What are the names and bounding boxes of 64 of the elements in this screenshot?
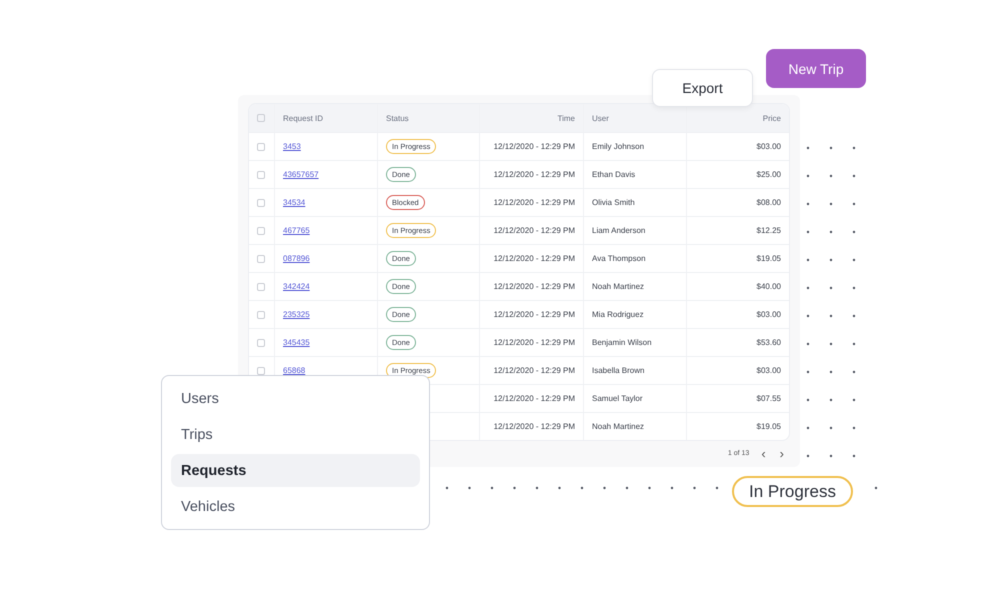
select-all-checkbox[interactable] [257, 114, 265, 122]
price-cell: $07.55 [756, 394, 781, 403]
time-cell: 12/12/2020 - 12:29 PM [494, 338, 575, 347]
request-id-link[interactable]: 467765 [283, 226, 310, 235]
user-cell: Noah Martinez [592, 282, 644, 291]
time-cell: 12/12/2020 - 12:29 PM [494, 394, 575, 403]
previous-page-button[interactable]: ‹ [759, 447, 768, 460]
menu-item[interactable]: Vehicles [171, 490, 420, 523]
column-header: Request ID [275, 104, 378, 132]
request-id-link[interactable]: 342424 [283, 282, 310, 291]
user-cell: Olivia Smith [592, 198, 635, 207]
user-cell: Noah Martinez [592, 422, 644, 431]
price-cell: $03.00 [756, 310, 781, 319]
time-cell: 12/12/2020 - 12:29 PM [494, 142, 575, 151]
request-id-link[interactable]: 345435 [283, 338, 310, 347]
time-cell: 12/12/2020 - 12:29 PM [494, 170, 575, 179]
price-cell: $03.00 [756, 142, 781, 151]
user-cell: Ethan Davis [592, 170, 636, 179]
user-cell: Mia Rodriguez [592, 310, 644, 319]
time-cell: 12/12/2020 - 12:29 PM [494, 366, 575, 375]
price-cell: $08.00 [756, 198, 781, 207]
price-cell: $53.60 [756, 338, 781, 347]
time-cell: 12/12/2020 - 12:29 PM [494, 422, 575, 431]
request-id-link[interactable]: 43657657 [283, 170, 319, 179]
row-checkbox[interactable] [257, 198, 265, 206]
user-cell: Isabella Brown [592, 366, 644, 375]
row-checkbox[interactable] [257, 310, 265, 318]
user-cell: Ava Thompson [592, 254, 646, 263]
row-checkbox[interactable] [257, 170, 265, 178]
price-cell: $12.25 [756, 226, 781, 235]
column-header: Price [762, 112, 782, 124]
request-id-link[interactable]: 235325 [283, 310, 310, 319]
menu-item[interactable]: Users [171, 382, 420, 415]
price-cell: $40.00 [756, 282, 781, 291]
request-id-link[interactable]: 3453 [283, 142, 301, 151]
new-trip-button[interactable]: New Trip [766, 49, 866, 88]
row-checkbox[interactable] [257, 226, 265, 234]
time-cell: 12/12/2020 - 12:29 PM [494, 198, 575, 207]
column-header: Status [378, 104, 480, 132]
request-id-link[interactable]: 65868 [283, 366, 306, 375]
menu-item[interactable]: Requests [171, 454, 420, 487]
row-checkbox[interactable] [257, 282, 265, 290]
status-pill: In Progress [732, 476, 853, 507]
menu-item[interactable]: Trips [171, 418, 420, 451]
user-cell: Samuel Taylor [592, 394, 643, 403]
time-cell: 12/12/2020 - 12:29 PM [494, 310, 575, 319]
price-cell: $19.05 [756, 422, 781, 431]
row-checkbox[interactable] [257, 254, 265, 262]
user-cell: Liam Anderson [592, 226, 646, 235]
time-cell: 12/12/2020 - 12:29 PM [494, 282, 575, 291]
price-cell: $25.00 [756, 170, 781, 179]
next-page-button[interactable]: › [778, 447, 786, 460]
user-cell: Benjamin Wilson [592, 338, 652, 347]
column-header: Time [480, 104, 584, 132]
price-cell: $19.05 [756, 254, 781, 263]
row-checkbox[interactable] [257, 142, 265, 150]
time-cell: 12/12/2020 - 12:29 PM [494, 226, 575, 235]
time-cell: 12/12/2020 - 12:29 PM [494, 254, 575, 263]
export-button[interactable]: Export [652, 69, 753, 107]
request-id-link[interactable]: 34534 [283, 198, 306, 207]
row-checkbox[interactable] [257, 338, 265, 346]
request-id-link[interactable]: 087896 [283, 254, 310, 263]
price-cell: $03.00 [756, 366, 781, 375]
user-cell: Emily Johnson [592, 142, 644, 151]
